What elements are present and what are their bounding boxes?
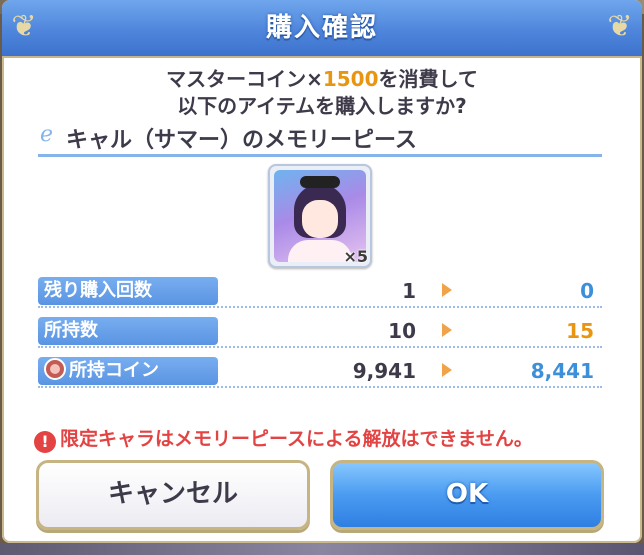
coin-icon [44,358,66,380]
cancel-button[interactable]: キャンセル [36,460,310,530]
confirm-message-line1: マスターコイン×1500を消費して [2,63,642,92]
message-prefix: マスターコイン× [166,67,323,91]
row-label: 残り購入回数 [38,277,218,305]
dialog-titlebar: ❦ 購入確認 ❦ [2,0,642,58]
value-after: 8,441 [530,359,594,383]
background-bottom [0,543,644,555]
row-label: 所持数 [38,317,218,345]
warning-text: 限定キャラはメモリーピースによる解放はできません。 [60,428,533,450]
swirl-ornament-icon: ℯ [40,122,54,147]
value-before: 9,941 [352,359,416,383]
owned-count-row: 所持数 10 15 [38,316,602,348]
ok-button[interactable]: OK [330,460,604,530]
warning-message: ! 限定キャラはメモリーピースによる解放はできません。 [34,424,614,453]
item-quantity: ×5 [343,247,368,266]
item-name: キャル（サマー）のメモリーピース [66,128,417,153]
item-thumbnail: ×5 [268,164,372,268]
value-before: 10 [388,319,416,343]
remaining-purchases-row: 残り購入回数 1 0 [38,276,602,308]
arrow-right-icon [442,363,452,377]
owned-coins-row: 所持コイン 9,941 8,441 [38,356,602,388]
purchase-confirm-dialog: ❦ 購入確認 ❦ マスターコイン×1500を消費して 以下のアイテムを購入します… [2,0,642,543]
row-label-text: 所持コイン [69,360,159,381]
arrow-right-icon [442,283,452,297]
message-suffix: を消費して [378,67,478,91]
arrow-right-icon [442,323,452,337]
confirm-message-line2: 以下のアイテムを購入しますか? [177,94,467,118]
coin-cost: 1500 [322,67,379,91]
value-before: 1 [402,279,416,303]
dialog-title: 購入確認 [265,13,378,43]
warning-icon: ! [34,431,56,453]
value-after: 15 [566,319,594,343]
title-ornament-right-icon: ❦ [607,9,633,44]
value-after: 0 [580,279,594,303]
item-title-row: ℯ キャル（サマー）のメモリーピース [38,120,602,157]
row-label: 所持コイン [38,357,218,385]
